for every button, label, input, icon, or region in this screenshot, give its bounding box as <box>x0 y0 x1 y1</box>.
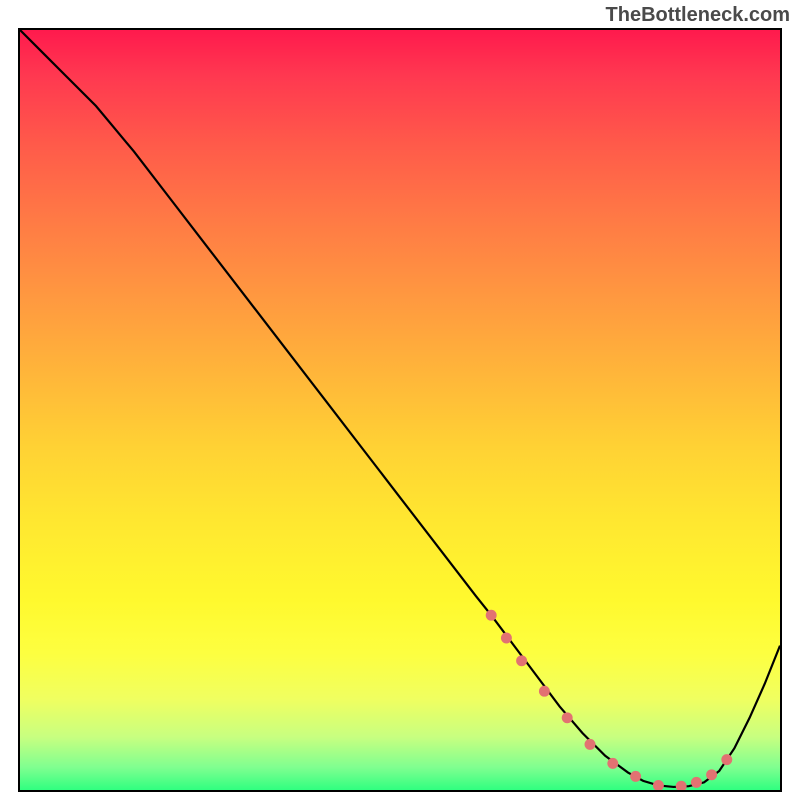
plot-area <box>18 28 782 792</box>
marker-dot <box>501 633 512 644</box>
chart-container: TheBottleneck.com <box>0 0 800 800</box>
marker-dot <box>691 777 702 788</box>
marker-dot <box>630 771 641 782</box>
marker-dot <box>721 754 732 765</box>
marker-dot <box>562 712 573 723</box>
marker-dot <box>516 655 527 666</box>
marker-dot <box>585 739 596 750</box>
dots-layer <box>20 30 780 790</box>
marker-dot <box>653 780 664 790</box>
marker-dot <box>486 610 497 621</box>
marker-dot <box>539 686 550 697</box>
marker-dot <box>607 758 618 769</box>
marker-dot <box>706 769 717 780</box>
watermark-text: TheBottleneck.com <box>606 4 790 27</box>
marker-dot <box>676 781 687 790</box>
optimal-zone-markers <box>486 610 733 790</box>
